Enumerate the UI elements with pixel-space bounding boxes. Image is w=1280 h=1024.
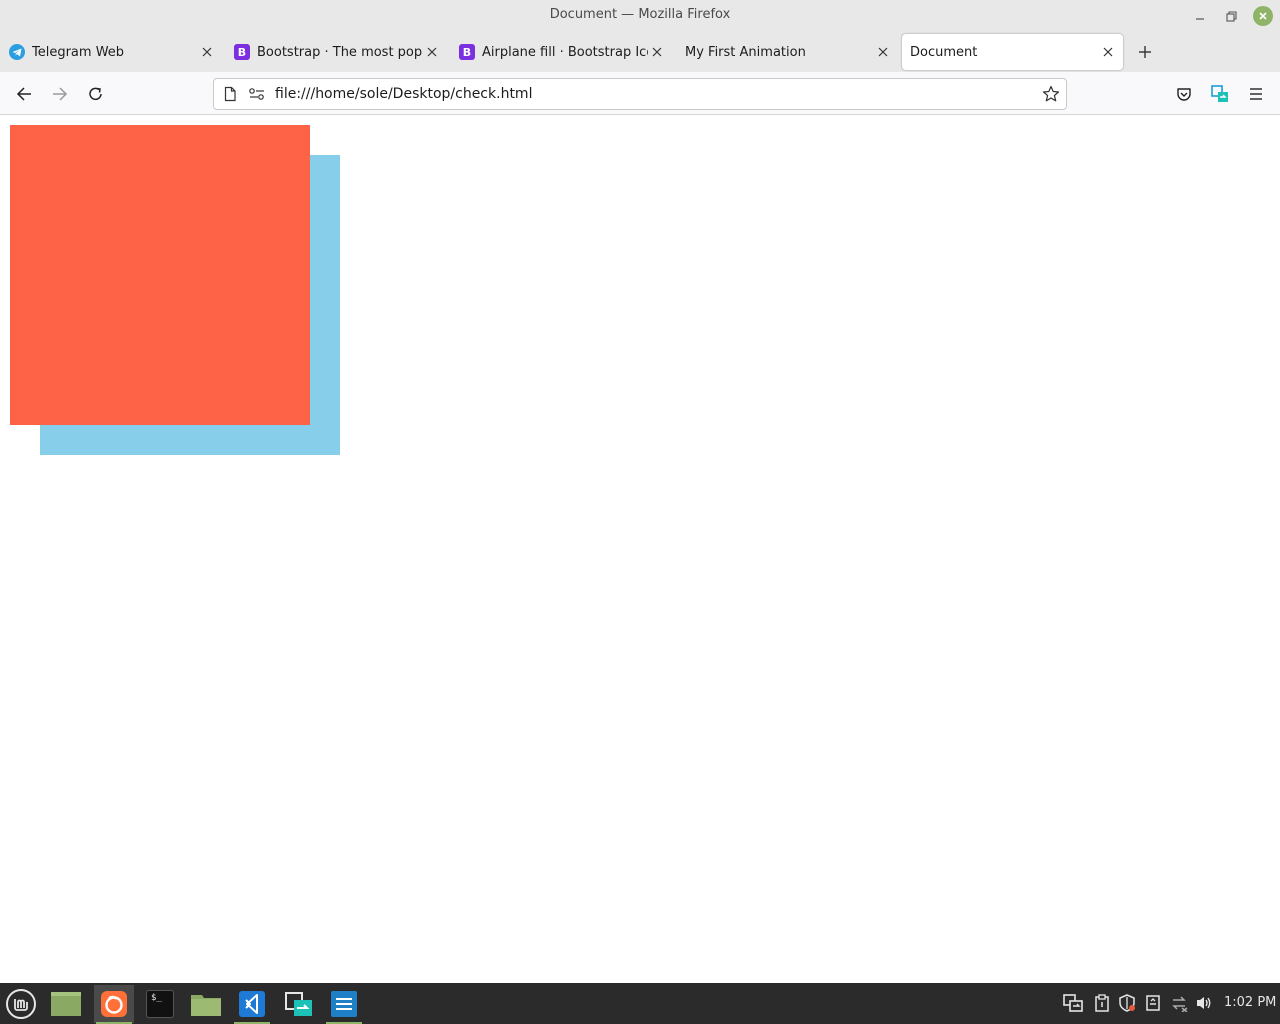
tab-label: Bootstrap · The most popular bbox=[257, 44, 423, 60]
page-icon bbox=[222, 86, 238, 102]
red-square bbox=[10, 125, 310, 425]
tab-close-icon[interactable] bbox=[1099, 43, 1117, 61]
tab-label: My First Animation bbox=[685, 44, 806, 60]
arrow-left-icon bbox=[16, 87, 31, 101]
tab-close-icon[interactable] bbox=[648, 43, 666, 61]
tab-bootstrap[interactable]: B Bootstrap · The most popular bbox=[225, 34, 447, 70]
tray-clipboard[interactable] bbox=[1092, 993, 1112, 1013]
address-bar[interactable]: file:///home/sole/Desktop/check.html bbox=[213, 78, 1067, 110]
tab-airplane-fill[interactable]: B Airplane fill · Bootstrap Icons bbox=[450, 34, 672, 70]
tab-close-icon[interactable] bbox=[874, 43, 892, 61]
tab-my-first-animation[interactable]: My First Animation bbox=[676, 34, 898, 70]
minimize-button[interactable] bbox=[1190, 6, 1210, 26]
url-text[interactable]: file:///home/sole/Desktop/check.html bbox=[275, 86, 532, 102]
mint-menu-icon bbox=[6, 989, 36, 1019]
taskbar: $_ 1:02 PM bbox=[0, 983, 1280, 1024]
vscode-icon bbox=[239, 991, 265, 1017]
navigation-toolbar: file:///home/sole/Desktop/check.html bbox=[0, 72, 1280, 115]
network-disconnected-icon bbox=[1172, 996, 1188, 1012]
tab-close-icon[interactable] bbox=[198, 43, 216, 61]
page-content bbox=[0, 116, 1280, 983]
taskbar-files[interactable] bbox=[186, 985, 226, 1023]
tab-close-icon[interactable] bbox=[423, 43, 441, 61]
new-tab-button[interactable] bbox=[1134, 41, 1156, 63]
permissions-icon[interactable] bbox=[248, 86, 266, 102]
mint-menu-button[interactable] bbox=[1, 985, 41, 1023]
taskbar-transfer-app[interactable] bbox=[279, 985, 319, 1023]
taskbar-terminal[interactable]: $_ bbox=[140, 985, 180, 1023]
shield-icon bbox=[1119, 994, 1135, 1012]
extension-button[interactable] bbox=[1209, 83, 1231, 105]
window-titlebar: Document — Mozilla Firefox bbox=[0, 0, 1280, 32]
bootstrap-icon: B bbox=[459, 44, 475, 60]
reload-button[interactable] bbox=[84, 82, 108, 106]
clock[interactable]: 1:02 PM bbox=[1224, 995, 1276, 1010]
pocket-button[interactable] bbox=[1173, 83, 1195, 105]
arrow-right-icon bbox=[53, 87, 68, 101]
pocket-icon bbox=[1177, 88, 1191, 101]
tray-notes[interactable] bbox=[1143, 993, 1163, 1013]
clipboard-icon bbox=[1095, 994, 1109, 1012]
close-icon bbox=[1259, 12, 1267, 20]
tab-strip: Telegram Web B Bootstrap · The most popu… bbox=[0, 32, 1280, 72]
transfer-extension-icon bbox=[1211, 85, 1228, 102]
terminal-icon: $_ bbox=[146, 990, 174, 1018]
forward-button[interactable] bbox=[48, 82, 72, 106]
tab-document[interactable]: Document bbox=[902, 34, 1123, 70]
transfer-app-icon bbox=[285, 992, 312, 1016]
transfer-tray-icon bbox=[1063, 994, 1083, 1012]
reload-icon bbox=[89, 87, 102, 101]
window-title: Document — Mozilla Firefox bbox=[549, 7, 731, 22]
app-menu-button[interactable] bbox=[1245, 83, 1267, 105]
tray-transfer[interactable] bbox=[1063, 993, 1083, 1013]
note-icon bbox=[1146, 995, 1160, 1011]
tray-network[interactable] bbox=[1169, 993, 1189, 1013]
taskbar-firefox[interactable] bbox=[94, 985, 134, 1024]
plus-icon bbox=[1139, 46, 1151, 58]
restore-icon bbox=[1225, 10, 1237, 22]
firefox-icon bbox=[101, 991, 127, 1017]
hamburger-menu-icon bbox=[1250, 88, 1262, 100]
tab-label: Document bbox=[910, 44, 978, 60]
tray-volume[interactable] bbox=[1194, 993, 1214, 1013]
telegram-icon bbox=[9, 44, 25, 60]
show-desktop-button[interactable] bbox=[46, 985, 86, 1023]
minimize-icon bbox=[1196, 18, 1204, 20]
tab-telegram[interactable]: Telegram Web bbox=[0, 34, 222, 70]
close-window-button[interactable] bbox=[1253, 6, 1273, 26]
back-button[interactable] bbox=[12, 82, 36, 106]
text-editor-icon bbox=[331, 991, 357, 1017]
tab-label: Airplane fill · Bootstrap Icons bbox=[482, 44, 648, 60]
bootstrap-icon: B bbox=[234, 44, 250, 60]
show-desktop-icon bbox=[51, 992, 81, 1016]
taskbar-vscode[interactable] bbox=[232, 985, 272, 1024]
tab-label: Telegram Web bbox=[32, 44, 125, 60]
volume-icon bbox=[1197, 997, 1211, 1009]
taskbar-text-editor[interactable] bbox=[324, 985, 364, 1024]
files-icon bbox=[191, 995, 221, 1016]
maximize-button[interactable] bbox=[1221, 6, 1241, 26]
bookmark-star-icon[interactable] bbox=[1042, 85, 1060, 103]
tray-update-manager[interactable] bbox=[1117, 993, 1137, 1013]
